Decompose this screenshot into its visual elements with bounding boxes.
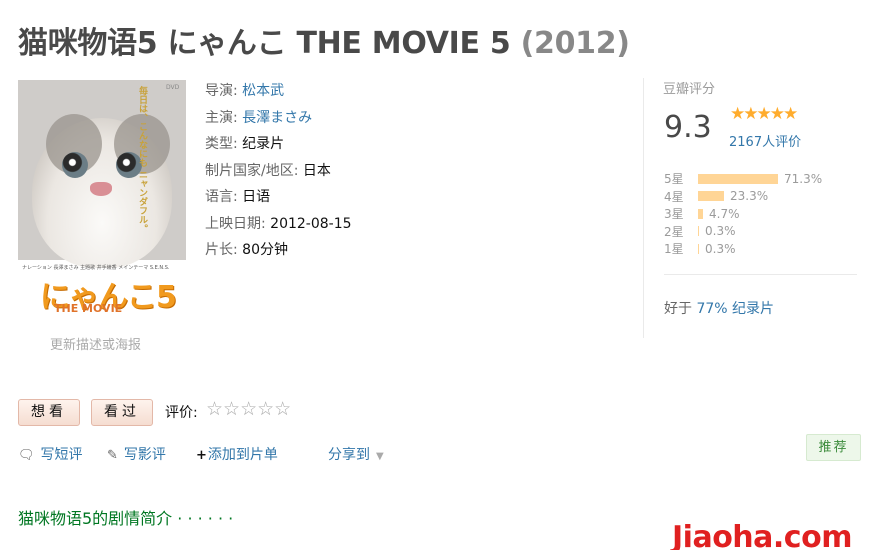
info-value: 2012-08-15 [270, 215, 352, 232]
rate-stars-input[interactable]: ☆☆☆☆☆ [206, 398, 291, 420]
info-value: 日本 [302, 162, 331, 179]
info-label: 语言: [205, 189, 238, 205]
dist-label: 5星 [664, 172, 684, 187]
site-watermark: Jiaoha.com [672, 520, 852, 550]
plus-icon: + [196, 448, 207, 463]
info-label: 片长: [205, 242, 238, 258]
title-year: (2012) [520, 26, 630, 61]
rating-panel: 豆瓣评分 9.3 ★★★★★ 2167人评价 5星 71.3% 4星 23.3% 3… [643, 78, 857, 338]
info-country: 制片国家/地区: 日本 [205, 158, 352, 185]
poster-photo [18, 80, 186, 268]
write-short-review-label: 写短评 [40, 447, 83, 463]
rating-label: 豆瓣评分 [663, 82, 716, 97]
info-label: 主演: [205, 109, 238, 126]
info-release-date: 上映日期: 2012-08-15 [205, 211, 352, 238]
dist-label: 2星 [664, 224, 684, 239]
recommend-button[interactable]: 推荐 [806, 434, 861, 461]
dist-label: 3星 [664, 207, 684, 222]
movie-poster[interactable]: 毎日は、こんなにも ニャンダフル。 DVD ナレーション 長澤まさみ 主題歌 井… [18, 80, 186, 320]
dist-bar [698, 243, 699, 254]
info-label: 上映日期: [205, 215, 266, 232]
info-label: 导演: [205, 83, 238, 99]
dist-row-2: 2星 0.3% [664, 223, 822, 241]
info-language: 语言: 日语 [205, 184, 352, 211]
info-genre: 类型: 纪录片 [205, 131, 352, 158]
dist-percent: 4.7% [709, 206, 740, 221]
dist-bar [698, 173, 778, 184]
dvd-badge: DVD [166, 84, 180, 91]
want-to-watch-button[interactable]: 想看 [18, 399, 80, 426]
poster-credits: ナレーション 長澤まさみ 主題歌 井手綾香 メインテーマ S.E.N.S. [22, 265, 170, 271]
info-value: 80分钟 [242, 242, 288, 258]
dist-row-4: 4星 23.3% [664, 188, 822, 206]
better-genre-link[interactable]: 纪录片 [732, 301, 774, 317]
info-cast: 主演: 長澤まさみ [205, 105, 352, 132]
info-value: 纪录片 [242, 136, 285, 152]
dist-bar [698, 191, 724, 202]
info-director: 导演: 松本武 [205, 78, 352, 105]
poster-tagline: 毎日は、こんなにも ニャンダフル。 [137, 86, 147, 234]
write-review[interactable]: ✎ 写影评 [107, 444, 166, 464]
dist-row-1: 1星 0.3% [664, 240, 822, 258]
page-title: 猫咪物语5 にゃんこ THE MOVIE 5 (2012) [18, 18, 630, 62]
write-short-review[interactable]: 🗨︎ 写短评 [18, 444, 83, 464]
rating-score: 9.3 [664, 110, 712, 145]
cat-nose [90, 182, 112, 196]
dist-percent: 0.3% [705, 224, 736, 239]
write-review-label: 写影评 [123, 447, 166, 463]
add-to-list[interactable]: +添加到片单 [196, 444, 278, 464]
cast-link[interactable]: 長澤まさみ [242, 110, 312, 126]
dist-label: 4星 [664, 189, 684, 204]
add-to-list-label: 添加到片单 [207, 447, 278, 463]
better-than: 好于 77% 纪录片 [664, 298, 774, 318]
dist-row-3: 3星 4.7% [664, 205, 822, 223]
dist-percent: 0.3% [705, 241, 736, 256]
dist-percent: 23.3% [730, 189, 769, 204]
dist-percent: 71.3% [784, 171, 823, 186]
movie-info: 导演: 松本武 主演: 長澤まさみ 类型: 纪录片 制片国家/地区: 日本 语言… [205, 78, 352, 264]
info-runtime: 片长: 80分钟 [205, 237, 352, 264]
watched-button[interactable]: 看过 [91, 399, 153, 426]
dist-label: 1星 [664, 242, 684, 257]
share-dropdown[interactable]: 分享到 ▼ [328, 444, 384, 464]
dist-bar [698, 226, 699, 237]
rate-label: 评价: [165, 405, 198, 421]
info-value: 日语 [242, 189, 271, 205]
rating-distribution: 5星 71.3% 4星 23.3% 3星 4.7% 2星 0.3% 1星 0.3% [664, 170, 822, 258]
dist-bar [698, 208, 703, 219]
share-label: 分享到 [328, 447, 370, 463]
comment-icon: 🗨︎ [18, 448, 35, 463]
synopsis-heading: 猫咪物语5的剧情简介 · · · · · · [18, 509, 234, 528]
poster-logo-sub: THE MOVIE [54, 302, 123, 315]
update-poster-link[interactable]: 更新描述或海报 [50, 334, 141, 353]
cat-eye-left [62, 152, 88, 178]
title-main: 猫咪物语5 にゃんこ THE MOVIE 5 [18, 26, 511, 61]
info-label: 制片国家/地区: [205, 162, 299, 179]
better-prefix: 好于 [664, 301, 692, 317]
rating-count-link[interactable]: 2167人评价 [729, 131, 801, 150]
chevron-down-icon: ▼ [376, 451, 384, 462]
director-link[interactable]: 松本武 [242, 83, 284, 99]
better-percent-link[interactable]: 77% [696, 301, 727, 317]
pencil-icon: ✎ [107, 448, 118, 463]
rating-divider [664, 274, 857, 275]
rating-stars-icon: ★★★★★ [730, 104, 798, 124]
info-label: 类型: [205, 136, 238, 152]
dist-row-5: 5星 71.3% [664, 170, 822, 188]
